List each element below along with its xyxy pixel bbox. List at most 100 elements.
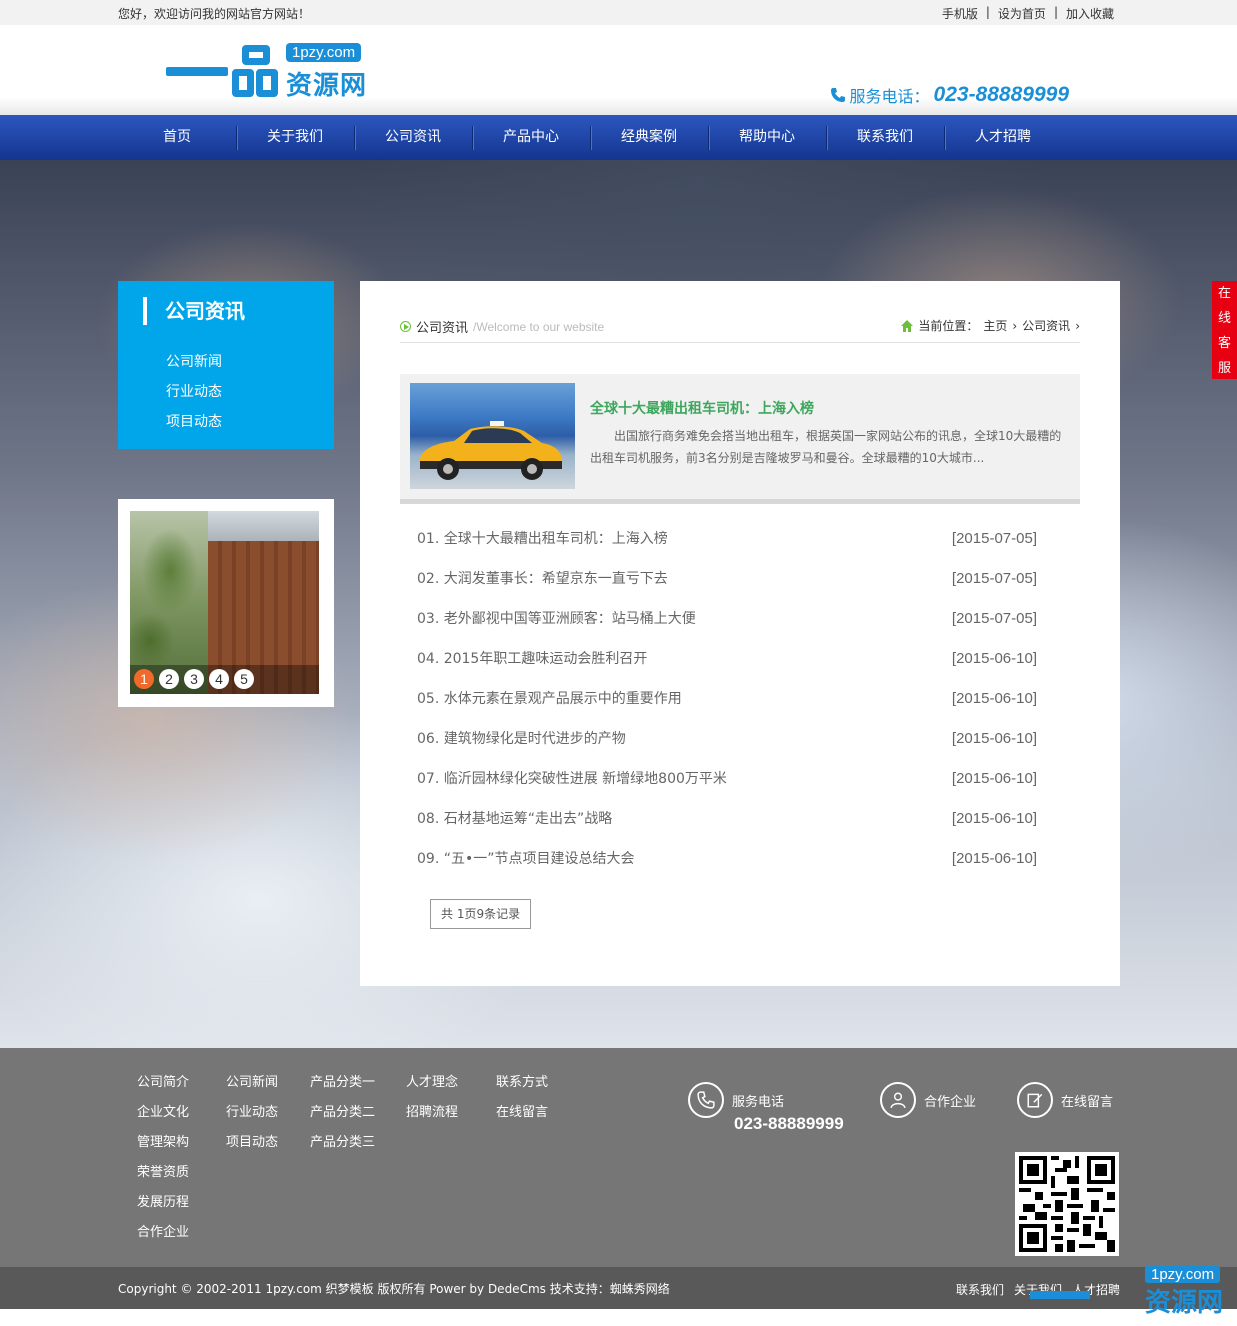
footer-link[interactable]: 联系方式 xyxy=(496,1068,548,1098)
set-homepage-link[interactable]: 设为首页 xyxy=(998,5,1046,22)
service-char: 在 xyxy=(1217,286,1231,301)
footer-link[interactable]: 企业文化 xyxy=(137,1098,189,1128)
footer-link[interactable]: 行业动态 xyxy=(226,1098,278,1128)
footer-phone-number: 023-88889999 xyxy=(734,1114,844,1133)
slider-dot-5[interactable]: 5 xyxy=(234,669,254,689)
logo-mark xyxy=(232,45,278,97)
sidebar-item-industry-news[interactable]: 行业动态 xyxy=(166,377,222,407)
list-item[interactable]: 01. 全球十大最糟出租车司机：上海入榜 [2015-07-05] xyxy=(417,525,1037,565)
article-title[interactable]: 04. 2015年职工趣味运动会胜利召开 xyxy=(417,645,647,685)
breadcrumb-current[interactable]: 公司资讯 xyxy=(1022,317,1070,334)
footer-link[interactable]: 产品分类二 xyxy=(310,1098,375,1128)
footer-link[interactable]: 人才理念 xyxy=(406,1068,458,1098)
online-service-tab[interactable]: 在 线 客 服 xyxy=(1212,281,1237,379)
list-item[interactable]: 05. 水体元素在景观产品展示中的重要作用 [2015-06-10] xyxy=(417,685,1037,725)
page-subtitle: /Welcome to our website xyxy=(473,319,605,334)
sidebar-item-company-news[interactable]: 公司新闻 xyxy=(166,347,222,377)
nav-item-help[interactable]: 帮助中心 xyxy=(708,115,826,160)
site-footer: 公司简介 企业文化 管理架构 荣誉资质 发展历程 合作企业 公司新闻 行业动态 … xyxy=(0,1048,1237,1267)
nav-item-about[interactable]: 关于我们 xyxy=(236,115,354,160)
footer-link[interactable]: 招聘流程 xyxy=(406,1098,458,1128)
page-title: 公司资讯 xyxy=(416,321,469,336)
footer-link[interactable]: 产品分类三 xyxy=(310,1128,375,1158)
content-header: 公司资讯 /Welcome to our website 当前位置： 主页 › … xyxy=(400,311,1080,343)
list-item[interactable]: 08. 石材基地运筹“走出去”战略 [2015-06-10] xyxy=(417,805,1037,845)
article-date: [2015-07-05] xyxy=(951,610,1037,627)
sidebar-slider: 1 2 3 4 5 xyxy=(118,499,334,707)
list-item[interactable]: 04. 2015年职工趣味运动会胜利召开 [2015-06-10] xyxy=(417,645,1037,685)
chevron-right-icon: › xyxy=(1012,318,1018,333)
article-date: [2015-06-10] xyxy=(951,850,1037,867)
list-item[interactable]: 07. 临沂园林绿化突破性进展 新增绿地800万平米 [2015-06-10] xyxy=(417,765,1037,805)
article-date: [2015-06-10] xyxy=(951,810,1037,827)
chevron-right-icon: › xyxy=(1075,318,1080,333)
footer-partners-label: 合作企业 xyxy=(924,1094,977,1110)
article-title[interactable]: 08. 石材基地运筹“走出去”战略 xyxy=(417,805,612,845)
slider-dot-1[interactable]: 1 xyxy=(134,669,154,689)
main-content: 公司资讯 /Welcome to our website 当前位置： 主页 › … xyxy=(360,281,1120,986)
article-date: [2015-07-05] xyxy=(951,530,1037,547)
watermark-domain: 1pzy.com xyxy=(1145,1266,1221,1283)
footer-col-contact: 联系方式 在线留言 xyxy=(496,1068,548,1128)
separator: | xyxy=(1053,5,1058,19)
article-title[interactable]: 02. 大润发董事长：希望京东一直亏下去 xyxy=(417,565,668,605)
list-item[interactable]: 06. 建筑物绿化是时代进步的产物 [2015-06-10] xyxy=(417,725,1037,765)
footer-link[interactable]: 管理架构 xyxy=(137,1128,189,1158)
featured-title[interactable]: 全球十大最糟出租车司机：上海入榜 xyxy=(590,398,814,418)
slider-dot-4[interactable]: 4 xyxy=(209,669,229,689)
footer-col-news: 公司新闻 行业动态 项目动态 xyxy=(226,1068,278,1158)
mobile-link[interactable]: 手机版 xyxy=(942,5,978,22)
slider-dot-3[interactable]: 3 xyxy=(184,669,204,689)
article-title[interactable]: 03. 老外鄙视中国等亚洲顾客：站马桶上大便 xyxy=(417,605,696,645)
footer-phone-label: 服务电话 xyxy=(732,1094,785,1110)
footer-col-about: 公司简介 企业文化 管理架构 荣誉资质 发展历程 合作企业 xyxy=(137,1068,189,1248)
slider-dot-2[interactable]: 2 xyxy=(159,669,179,689)
header-phone: 服务电话： 023-88889999 xyxy=(830,83,1069,107)
footer-link[interactable]: 公司新闻 xyxy=(226,1068,278,1098)
site-logo[interactable]: 1pzy.com 资源网 xyxy=(166,43,381,103)
footer-partners[interactable]: 合作企业 xyxy=(880,1082,976,1118)
nav-item-home[interactable]: 首页 xyxy=(118,115,236,160)
logo-domain: 1pzy.com xyxy=(286,43,362,62)
bottom-link-contact[interactable]: 联系我们 xyxy=(956,1281,1004,1298)
article-title[interactable]: 07. 临沂园林绿化突破性进展 新增绿地800万平米 xyxy=(417,765,727,805)
sidebar-title: 公司资讯 xyxy=(143,297,245,325)
service-char: 线 xyxy=(1217,311,1231,326)
nav-item-cases[interactable]: 经典案例 xyxy=(590,115,708,160)
footer-link[interactable]: 公司简介 xyxy=(137,1068,189,1098)
article-title[interactable]: 01. 全球十大最糟出租车司机：上海入榜 xyxy=(417,525,668,565)
nav-item-contact[interactable]: 联系我们 xyxy=(826,115,944,160)
site-header: 1pzy.com 资源网 服务电话： 023-88889999 xyxy=(0,25,1237,115)
featured-thumbnail[interactable] xyxy=(410,383,575,489)
list-item[interactable]: 03. 老外鄙视中国等亚洲顾客：站马桶上大便 [2015-07-05] xyxy=(417,605,1037,645)
footer-link[interactable]: 荣誉资质 xyxy=(137,1158,189,1188)
footer-phone-block: 服务电话 xyxy=(688,1082,784,1118)
phone-icon xyxy=(688,1082,724,1118)
article-title[interactable]: 09. “五•一”节点项目建设总结大会 xyxy=(417,845,634,885)
add-favorite-link[interactable]: 加入收藏 xyxy=(1066,5,1114,22)
nav-item-products[interactable]: 产品中心 xyxy=(472,115,590,160)
footer-link[interactable]: 发展历程 xyxy=(137,1188,189,1218)
phone-number: 023-88889999 xyxy=(933,83,1069,106)
article-date: [2015-07-05] xyxy=(951,570,1037,587)
article-title[interactable]: 05. 水体元素在景观产品展示中的重要作用 xyxy=(417,685,682,725)
article-title[interactable]: 06. 建筑物绿化是时代进步的产物 xyxy=(417,725,626,765)
logo-bar xyxy=(166,67,228,76)
pagination-info: 共 1页9条记录 xyxy=(430,899,532,929)
footer-col-jobs: 人才理念 招聘流程 xyxy=(406,1068,458,1128)
main-nav: 首页 关于我们 公司资讯 产品中心 经典案例 帮助中心 联系我们 人才招聘 xyxy=(0,115,1237,160)
footer-link[interactable]: 产品分类一 xyxy=(310,1068,375,1098)
logo-text: 资源网 xyxy=(286,71,368,101)
footer-link[interactable]: 合作企业 xyxy=(137,1218,189,1248)
sidebar-item-project-news[interactable]: 项目动态 xyxy=(166,407,222,437)
footer-message[interactable]: 在线留言 xyxy=(1017,1082,1113,1118)
article-date: [2015-06-10] xyxy=(951,770,1037,787)
breadcrumb-home[interactable]: 主页 xyxy=(983,317,1007,334)
list-item[interactable]: 09. “五•一”节点项目建设总结大会 [2015-06-10] xyxy=(417,845,1037,885)
footer-link[interactable]: 项目动态 xyxy=(226,1128,278,1158)
nav-item-news[interactable]: 公司资讯 xyxy=(354,115,472,160)
list-item[interactable]: 02. 大润发董事长：希望京东一直亏下去 [2015-07-05] xyxy=(417,565,1037,605)
footer-link[interactable]: 在线留言 xyxy=(496,1098,548,1128)
taxi-image xyxy=(420,421,562,480)
nav-item-jobs[interactable]: 人才招聘 xyxy=(944,115,1062,160)
